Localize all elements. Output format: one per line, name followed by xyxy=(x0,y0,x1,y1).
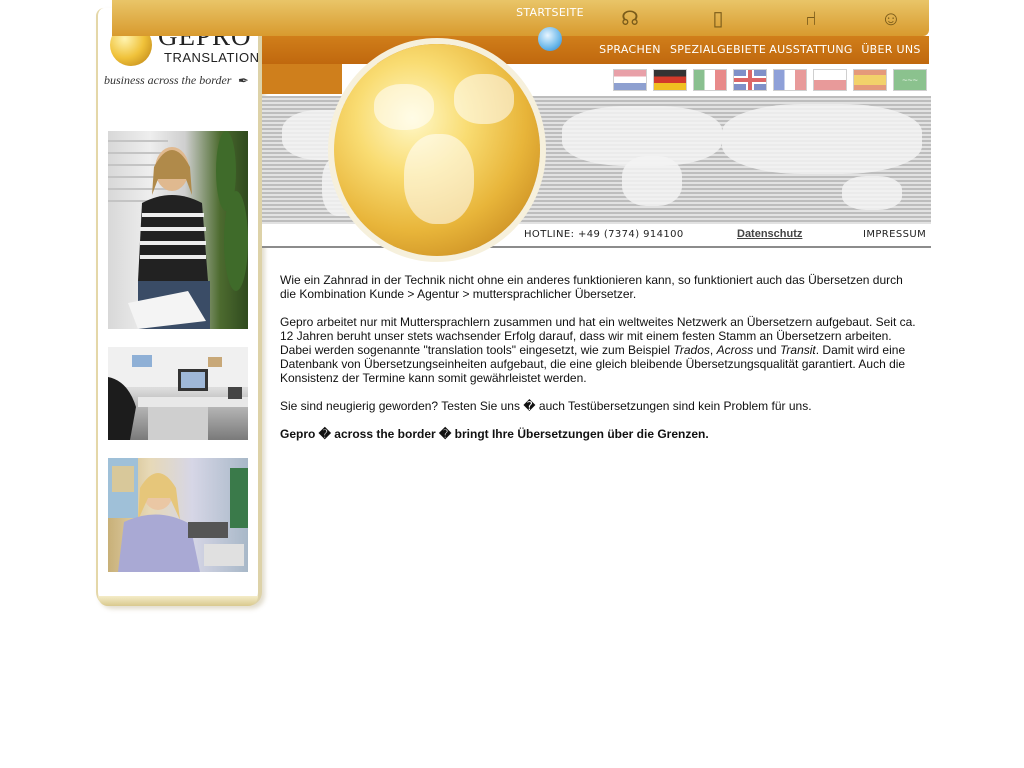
photo-office-desk xyxy=(108,347,248,440)
flag-polish[interactable] xyxy=(813,69,847,91)
flag-arabic[interactable]: ~~~ xyxy=(893,69,927,91)
photo-translator-standing xyxy=(108,131,248,329)
header: ~~~ HOTLINE: +49 (7374) 914100 Datenschu… xyxy=(112,0,931,256)
separator-comma: , xyxy=(709,343,717,357)
header-stripe xyxy=(262,64,342,94)
nav-ausstattung-label: AUSSTATTUNG xyxy=(769,43,853,56)
nav-ausstattung[interactable]: ⑁ AUSSTATTUNG xyxy=(768,0,854,64)
person-icon: ☺ xyxy=(880,8,902,30)
sidebar-bottom-band xyxy=(98,596,258,606)
main-content: Wie ein Zahnrad in der Technik nicht ohn… xyxy=(280,273,920,455)
arabic-script-icon: ~~~ xyxy=(902,75,918,85)
impressum-link[interactable]: IMPRESSUM xyxy=(863,229,926,240)
tool-transit: Transit xyxy=(779,343,816,357)
nav-sprachen[interactable]: ☊ SPRACHEN xyxy=(594,0,666,64)
tool-across: Across xyxy=(716,343,754,357)
globe-illustration xyxy=(334,44,540,256)
logo-tagline: business across the border xyxy=(104,73,232,87)
home-globe-icon xyxy=(538,27,562,51)
nav-ueber-uns[interactable]: ☺ ÜBER UNS xyxy=(858,0,924,64)
intro-paragraph: Wie ein Zahnrad in der Technik nicht ohn… xyxy=(280,273,903,301)
chair-icon: ⑁ xyxy=(805,8,817,30)
slogan-paragraph: Gepro � across the border � bringt Ihre … xyxy=(280,427,709,441)
nav-startseite-label: STARTSEITE xyxy=(516,6,584,19)
tool-trados: Trados xyxy=(673,343,710,357)
nav-sprachen-label: SPRACHEN xyxy=(599,43,661,56)
language-flags: ~~~ xyxy=(542,64,931,96)
flag-spanish[interactable] xyxy=(853,69,887,91)
datenschutz-link[interactable]: Datenschutz xyxy=(737,228,802,240)
logo-subtitle: TRANSLATION xyxy=(164,50,260,65)
left-sidebar: GEPRO TRANSLATION business across the bo… xyxy=(96,8,262,606)
flag-english[interactable] xyxy=(733,69,767,91)
separator-und: und xyxy=(753,343,780,357)
test-paragraph: Sie sind neugierig geworden? Testen Sie … xyxy=(280,399,812,413)
pen-icon: ✒ xyxy=(238,73,249,88)
headset-icon: ☊ xyxy=(621,8,639,30)
hotline-bar: HOTLINE: +49 (7374) 914100 Datenschutz I… xyxy=(262,224,931,248)
flag-dutch[interactable] xyxy=(613,69,647,91)
nav-startseite[interactable]: STARTSEITE xyxy=(514,0,586,64)
flag-french[interactable] xyxy=(773,69,807,91)
flag-italian[interactable] xyxy=(693,69,727,91)
nav-ueber-uns-label: ÜBER UNS xyxy=(861,43,921,56)
flag-german[interactable] xyxy=(653,69,687,91)
hotline-text: HOTLINE: +49 (7374) 914100 xyxy=(524,229,684,240)
clipboard-icon: ▯ xyxy=(712,8,724,30)
nav-spezialgebiete-label: SPEZIALGEBIETE xyxy=(670,43,767,56)
photo-translator-at-desk xyxy=(108,458,248,572)
nav-spezialgebiete[interactable]: ▯ SPEZIALGEBIETE xyxy=(670,0,766,64)
network-paragraph: Gepro arbeitet nur mit Muttersprachlern … xyxy=(280,315,920,385)
